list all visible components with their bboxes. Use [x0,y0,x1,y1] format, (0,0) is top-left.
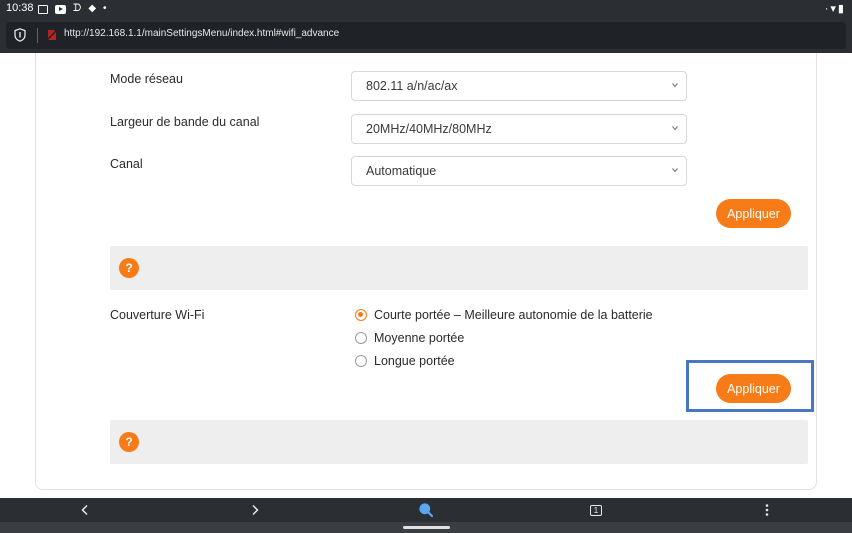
radio-medium-range[interactable] [355,332,367,344]
search-icon[interactable] [418,502,434,518]
radio-long-range[interactable] [355,355,367,367]
back-icon[interactable] [77,502,93,518]
status-time: 10:38 [6,2,34,14]
youtube-icon [55,4,66,14]
shield-icon[interactable] [14,28,26,42]
coverage-option-short[interactable]: Courte portée – Meilleure autonomie de l… [355,308,653,322]
chevron-down-icon [672,126,678,131]
coverage-option-label: Longue portée [374,354,455,368]
browser-toolbar: http://192.168.1.1/mainSettingsMenu/inde… [0,18,852,53]
channel-bandwidth-value: 20MHz/40MHz/80MHz [366,122,492,136]
diamond-icon: ◆ [88,3,97,14]
url-text[interactable]: http://192.168.1.1/mainSettingsMenu/inde… [64,28,339,39]
chevron-down-icon [672,83,678,88]
coverage-option-label: Moyenne portée [374,331,465,345]
browser-bottom-nav [0,498,852,522]
coverage-option-label: Courte portée – Meilleure autonomie de l… [374,308,653,322]
highlight-box [686,360,814,412]
coverage-option-medium[interactable]: Moyenne portée [355,331,464,345]
tab-count-icon[interactable]: 1 [590,505,602,516]
network-mode-value: 802.11 a/n/ac/ax [366,79,458,93]
radio-short-range[interactable] [355,309,367,321]
notification-icons: ᗪ ◆ • [38,3,107,15]
channel-label: Canal [110,157,143,171]
system-icons: ·▾▮ [824,3,846,15]
menu-dots-icon[interactable] [759,502,775,518]
insecure-page-icon[interactable] [46,29,58,41]
forward-icon[interactable] [247,502,263,518]
wifi-coverage-label: Couverture Wi-Fi [110,308,205,322]
help-panel-coverage: ? [110,420,808,464]
help-panel-network: ? [110,246,808,290]
address-bar[interactable]: http://192.168.1.1/mainSettingsMenu/inde… [6,22,846,49]
apply-button-network[interactable]: Appliquer [716,199,791,228]
d-icon: ᗪ [73,3,82,14]
help-icon[interactable]: ? [119,258,139,278]
status-bar: 10:38 ᗪ ◆ • ·▾▮ [0,0,852,18]
image-icon [38,4,48,14]
dot-icon: • [103,3,107,14]
chevron-down-icon [672,168,678,173]
channel-bandwidth-select[interactable]: 20MHz/40MHz/80MHz [351,114,687,144]
channel-value: Automatique [366,164,437,178]
coverage-option-long[interactable]: Longue portée [355,354,455,368]
channel-bandwidth-label: Largeur de bande du canal [110,115,260,129]
help-icon[interactable]: ? [119,432,139,452]
gesture-handle[interactable] [403,526,450,529]
url-separator [37,28,38,43]
network-mode-label: Mode réseau [110,72,183,86]
network-mode-select[interactable]: 802.11 a/n/ac/ax [351,71,687,101]
channel-select[interactable]: Automatique [351,156,687,186]
